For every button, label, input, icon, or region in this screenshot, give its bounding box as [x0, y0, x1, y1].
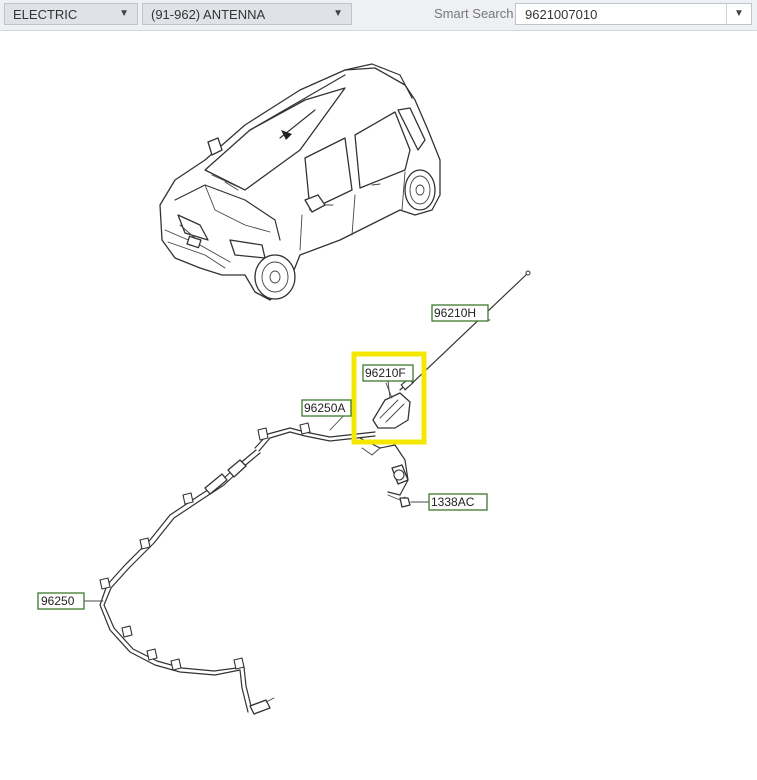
chevron-down-icon: ▼ [333, 8, 343, 19]
smart-search-label: Smart Search [434, 6, 514, 21]
antenna-bracket [359, 437, 409, 501]
group-select[interactable]: (91-962) ANTENNA ▼ [142, 3, 352, 25]
parts-diagram: 96210H 96210F 96250A 1338AC 96250 [37, 63, 531, 715]
callout-96250[interactable]: 96250 [37, 592, 85, 610]
smart-search-dropdown-button[interactable]: ▼ [726, 4, 751, 24]
callout-1338ac-label: 1338AC [431, 495, 475, 509]
callout-96250a[interactable]: 96250A [301, 399, 352, 417]
chevron-down-icon: ▼ [119, 8, 129, 19]
callout-leaders [83, 313, 489, 602]
category-select-value: ELECTRIC [13, 7, 78, 22]
smart-search-box: ▼ [515, 3, 752, 25]
callout-96250a-label: 96250A [304, 401, 345, 415]
main-cable[interactable] [99, 449, 275, 715]
callout-96250-label: 96250 [41, 594, 75, 608]
smart-search-input[interactable] [516, 4, 726, 24]
callout-96210h-label: 96210H [434, 306, 476, 320]
category-select[interactable]: ELECTRIC ▼ [4, 3, 138, 25]
car-illustration [159, 63, 441, 301]
screw-part[interactable] [399, 497, 431, 508]
antenna-base-part[interactable] [372, 377, 414, 429]
callout-96210f-label: 96210F [365, 366, 406, 380]
chevron-down-icon: ▼ [734, 8, 744, 19]
callout-1338ac[interactable]: 1338AC [428, 493, 488, 511]
group-select-value: (91-962) ANTENNA [151, 7, 266, 22]
callout-96210h[interactable]: 96210H [431, 304, 489, 322]
feeder-cable-upper[interactable] [254, 422, 376, 452]
toolbar: ELECTRIC ▼ (91-962) ANTENNA ▼ Smart Sear… [0, 0, 757, 31]
callout-96210f[interactable]: 96210F [362, 364, 414, 382]
